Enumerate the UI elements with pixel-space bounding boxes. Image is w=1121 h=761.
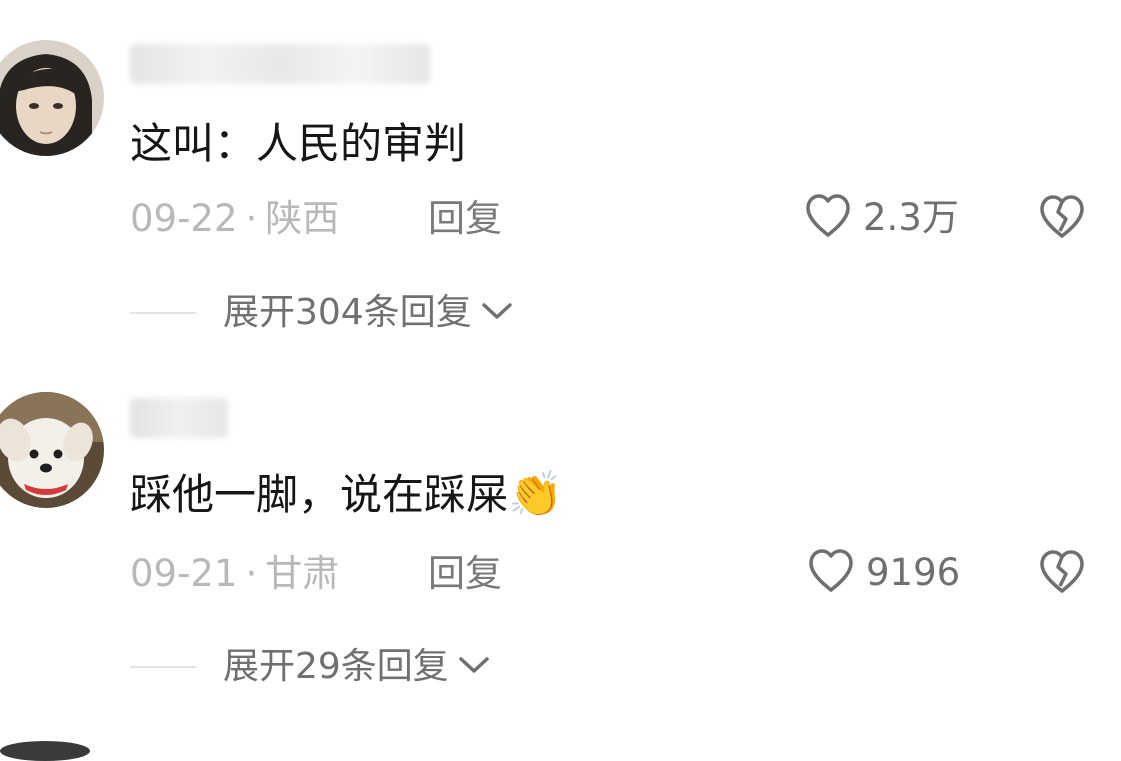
chevron-down-icon	[480, 300, 514, 326]
like-count: 9196	[866, 551, 961, 594]
clapping-hands-emoji: 👏	[508, 469, 563, 520]
expand-replies-label: 展开29条回复	[223, 646, 449, 687]
like-count: 2.3万	[863, 196, 959, 239]
broken-heart-icon	[1036, 550, 1088, 600]
expand-replies-button[interactable]: 展开304条回复	[130, 290, 514, 336]
meta-separator: ·	[245, 197, 258, 240]
like-button[interactable]: 2.3万	[803, 192, 959, 244]
meta-separator: ·	[245, 552, 258, 595]
like-button[interactable]: 9196	[806, 547, 960, 599]
reply-button[interactable]: 回复	[428, 196, 502, 242]
chevron-down-icon	[457, 654, 491, 680]
comment-text: 这叫：人民的审判	[130, 119, 467, 168]
comment-meta: 09-21 · 甘肃	[130, 551, 339, 597]
comment-meta: 09-22 · 陕西	[130, 196, 339, 242]
broken-heart-icon	[1036, 195, 1088, 245]
comment-date: 09-22	[130, 197, 238, 240]
expand-replies-button[interactable]: 展开29条回复	[130, 644, 491, 690]
comment-text: 踩他一脚，说在踩屎👏	[130, 468, 563, 522]
comment-location: 甘肃	[265, 552, 340, 595]
dislike-button[interactable]	[1036, 548, 1088, 596]
comment-text-body: 踩他一脚，说在踩屎	[130, 470, 509, 519]
heart-outline-icon	[803, 192, 853, 244]
dislike-button[interactable]	[1036, 193, 1088, 241]
comment-location: 陕西	[265, 197, 340, 240]
expand-divider	[130, 312, 196, 314]
heart-outline-icon	[806, 547, 856, 599]
next-comment-avatar-edge	[0, 741, 90, 761]
expand-divider	[130, 666, 196, 668]
username-blurred[interactable]	[130, 44, 430, 84]
expand-replies-label: 展开304条回复	[223, 292, 472, 333]
avatar[interactable]	[0, 392, 104, 508]
comment-date: 09-21	[130, 552, 238, 595]
username-blurred[interactable]	[130, 398, 228, 438]
reply-button[interactable]: 回复	[428, 551, 502, 597]
avatar[interactable]	[0, 40, 104, 156]
